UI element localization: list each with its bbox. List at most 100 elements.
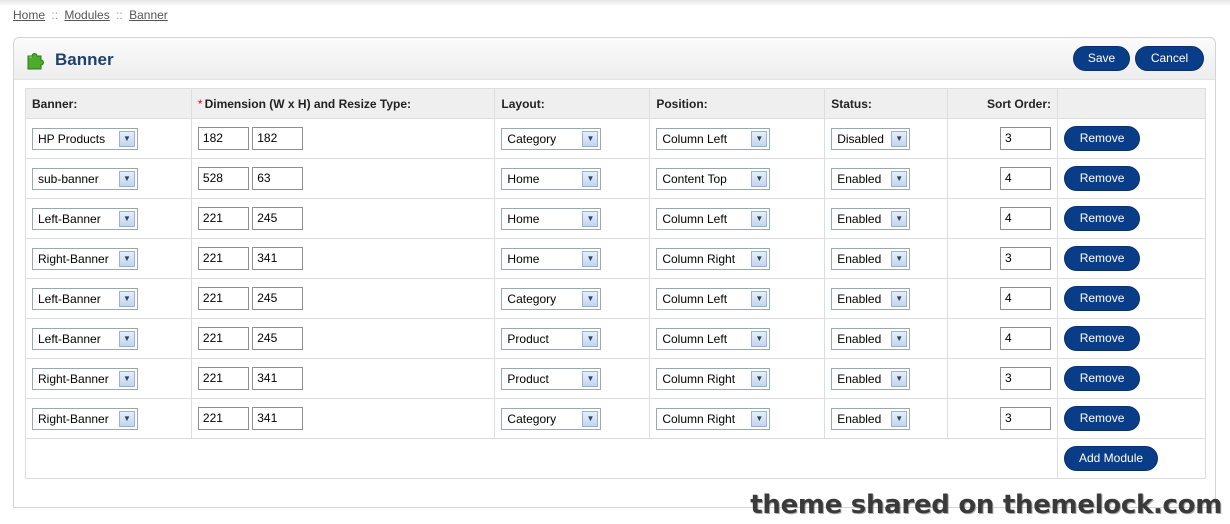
position-select[interactable]: Column Left ▼ <box>656 287 771 310</box>
table-row: HP Products ▼ 182 182 Category ▼ Column Le… <box>25 118 1206 159</box>
sort-order-input[interactable]: 4 <box>1000 287 1052 310</box>
banner-select[interactable]: Right-Banner ▼ <box>32 367 138 390</box>
layout-cell: Category ▼ <box>494 398 651 439</box>
table-row: Right-Banner ▼ 221 341 Home ▼ Column Right… <box>25 238 1206 279</box>
layout-select[interactable]: Category ▼ <box>501 407 602 430</box>
layout-select-value: Home <box>507 251 540 266</box>
chevron-down-icon: ▼ <box>891 290 908 307</box>
dimension-cell: 528 63 <box>190 158 496 199</box>
banner-select[interactable]: Left-Banner ▼ <box>32 287 138 310</box>
sort-order-input[interactable]: 4 <box>1000 167 1052 190</box>
remove-button[interactable]: Remove <box>1064 286 1141 311</box>
width-input[interactable]: 221 <box>197 207 249 230</box>
position-select[interactable]: Column Left ▼ <box>656 327 771 350</box>
chevron-down-icon: ▼ <box>582 370 599 387</box>
chevron-down-icon: ▼ <box>751 410 768 427</box>
add-module-button[interactable]: Add Module <box>1064 446 1159 471</box>
layout-select[interactable]: Category ▼ <box>501 127 602 150</box>
position-select[interactable]: Column Right ▼ <box>656 247 771 270</box>
breadcrumb-home-link[interactable]: Home <box>13 8 45 22</box>
banner-select[interactable]: Right-Banner ▼ <box>32 247 138 270</box>
layout-cell: Category ▼ <box>494 278 651 319</box>
layout-select[interactable]: Product ▼ <box>501 367 602 390</box>
status-select[interactable]: Disabled ▼ <box>831 127 911 150</box>
sort-order-input[interactable]: 4 <box>1000 327 1052 350</box>
position-select[interactable]: Content Top ▼ <box>656 167 771 190</box>
chevron-down-icon: ▼ <box>891 130 908 147</box>
remove-button[interactable]: Remove <box>1064 206 1141 231</box>
banner-select[interactable]: Left-Banner ▼ <box>32 207 138 230</box>
breadcrumb-banner-link[interactable]: Banner <box>129 8 168 22</box>
banner-select[interactable]: sub-banner ▼ <box>32 167 138 190</box>
remove-button[interactable]: Remove <box>1064 366 1141 391</box>
remove-button[interactable]: Remove <box>1064 406 1141 431</box>
banner-cell: sub-banner ▼ <box>25 158 192 199</box>
column-header-actions <box>1057 88 1206 119</box>
status-select[interactable]: Enabled ▼ <box>831 327 911 350</box>
width-input[interactable]: 182 <box>197 127 249 150</box>
actions-cell: Remove <box>1057 238 1206 279</box>
actions-cell: Remove <box>1057 318 1206 359</box>
layout-select[interactable]: Category ▼ <box>501 287 602 310</box>
cancel-button[interactable]: Cancel <box>1135 46 1204 71</box>
height-input[interactable]: 245 <box>252 207 304 230</box>
banner-select[interactable]: Left-Banner ▼ <box>32 327 138 350</box>
status-select-value: Enabled <box>837 371 882 386</box>
banner-modules-table: Banner: * Dimension (W x H) and Resize Ty… <box>24 88 1206 479</box>
remove-button[interactable]: Remove <box>1064 246 1141 271</box>
save-button[interactable]: Save <box>1073 46 1130 71</box>
layout-select-value: Product <box>507 331 549 346</box>
height-input[interactable]: 341 <box>252 407 304 430</box>
table-header-row: Banner: * Dimension (W x H) and Resize Ty… <box>25 88 1206 119</box>
layout-select[interactable]: Home ▼ <box>501 247 602 270</box>
status-select[interactable]: Enabled ▼ <box>831 247 911 270</box>
status-select[interactable]: Enabled ▼ <box>831 167 911 190</box>
actions-cell: Remove <box>1057 398 1206 439</box>
height-input[interactable]: 245 <box>252 327 304 350</box>
height-input[interactable]: 245 <box>252 287 304 310</box>
width-input[interactable]: 221 <box>197 247 249 270</box>
puzzle-piece-icon <box>27 53 44 70</box>
status-select[interactable]: Enabled ▼ <box>831 407 911 430</box>
position-select[interactable]: Column Right ▼ <box>656 367 771 390</box>
width-input[interactable]: 528 <box>197 167 249 190</box>
remove-button[interactable]: Remove <box>1064 326 1141 351</box>
height-input[interactable]: 63 <box>252 167 304 190</box>
position-select[interactable]: Column Left ▼ <box>656 127 771 150</box>
status-select-value: Enabled <box>837 291 882 306</box>
layout-select[interactable]: Product ▼ <box>501 327 602 350</box>
width-input[interactable]: 221 <box>197 287 249 310</box>
sort-order-input[interactable]: 4 <box>1000 207 1052 230</box>
sort-order-input[interactable]: 3 <box>1000 247 1052 270</box>
status-select[interactable]: Enabled ▼ <box>831 207 911 230</box>
height-input[interactable]: 341 <box>252 367 304 390</box>
dimension-cell: 221 245 <box>190 198 496 239</box>
height-input[interactable]: 182 <box>252 127 304 150</box>
column-header-dimension-label: Dimension (W x H) and Resize Type: <box>204 96 412 111</box>
banner-select[interactable]: HP Products ▼ <box>32 127 138 150</box>
position-select[interactable]: Column Left ▼ <box>656 207 771 230</box>
remove-button[interactable]: Remove <box>1064 166 1141 191</box>
width-input[interactable]: 221 <box>197 407 249 430</box>
status-select[interactable]: Enabled ▼ <box>831 287 911 310</box>
layout-select-value: Category <box>507 131 557 146</box>
table-row: Left-Banner ▼ 221 245 Product ▼ Column Lef… <box>25 318 1206 359</box>
width-input[interactable]: 221 <box>197 367 249 390</box>
chevron-down-icon: ▼ <box>119 250 135 267</box>
position-select-value: Column Left <box>662 211 728 226</box>
banner-select[interactable]: Right-Banner ▼ <box>32 407 138 430</box>
layout-select[interactable]: Home ▼ <box>501 167 602 190</box>
remove-button[interactable]: Remove <box>1064 126 1141 151</box>
height-input[interactable]: 341 <box>252 247 304 270</box>
position-select[interactable]: Column Right ▼ <box>656 407 771 430</box>
status-select[interactable]: Enabled ▼ <box>831 367 911 390</box>
layout-select[interactable]: Home ▼ <box>501 207 602 230</box>
sort-order-input[interactable]: 3 <box>1000 367 1052 390</box>
width-input[interactable]: 221 <box>197 327 249 350</box>
layout-cell: Category ▼ <box>494 118 651 159</box>
breadcrumb-modules-link[interactable]: Modules <box>64 8 109 22</box>
sort-order-input[interactable]: 3 <box>1000 407 1052 430</box>
position-select-value: Column Left <box>662 291 728 306</box>
sort-order-input[interactable]: 3 <box>1000 127 1052 150</box>
banner-select-value: Left-Banner <box>38 291 101 306</box>
